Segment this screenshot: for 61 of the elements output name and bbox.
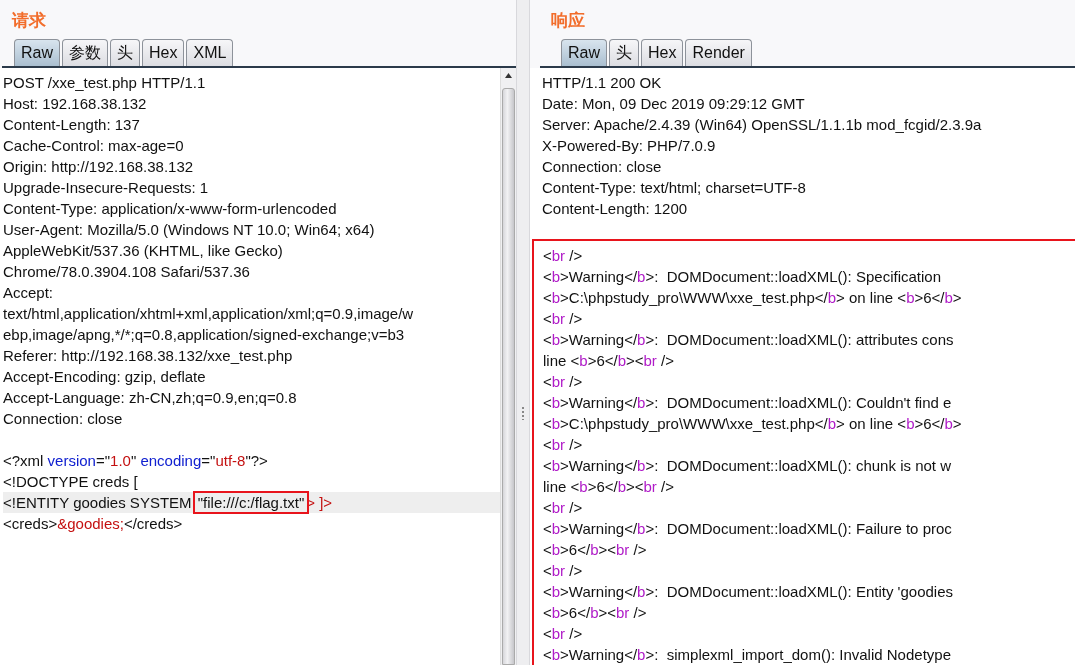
- code-line: <br />: [543, 435, 583, 455]
- code-line: <b>C:\phpstudy_pro\WWW\xxe_test.php</b> on line <b>6</b>: [543, 414, 962, 434]
- code-line: <b>Warning</b>: simplexml_import_dom(): Invalid Nodetype: [543, 645, 951, 665]
- code-line: <b>Warning</b>: DOMDocument::loadXML(): Specification: [543, 267, 941, 287]
- code-line: AppleWebKit/537.36 (KHTML, like Gecko): [3, 241, 283, 261]
- code-line: <br />: [543, 498, 583, 518]
- code-line: Accept:: [3, 283, 54, 303]
- code-line: Cache-Control: max-age=0: [3, 136, 184, 156]
- code-line: <b>Warning</b>: DOMDocument::loadXML(): chunk is not w: [543, 456, 951, 476]
- code-line: Upgrade-Insecure-Requests: 1: [3, 178, 209, 198]
- code-line: <b>Warning</b>: DOMDocument::loadXML(): Failure to proc: [543, 519, 952, 539]
- code-line: line <b>6</b><br />: [543, 477, 674, 497]
- panel-title: 请求: [10, 8, 47, 32]
- code-line: Date: Mon, 09 Dec 2019 09:29:12 GMT: [542, 94, 805, 114]
- code-line: <br />: [543, 561, 583, 581]
- scrollbar[interactable]: [500, 68, 516, 665]
- code-line: Connection: close: [542, 157, 662, 177]
- code-line: <br />: [543, 624, 583, 644]
- code-line: HTTP/1.1 200 OK: [542, 73, 662, 93]
- code-line: <b>6</b><br />: [543, 540, 647, 560]
- code-line: Origin: http://192.168.38.132: [3, 157, 194, 177]
- code-line: Content-Length: 1200: [542, 199, 688, 219]
- code-line: POST /xxe_test.php HTTP/1.1: [3, 73, 206, 93]
- tab[interactable]: 头: [110, 39, 140, 66]
- tab[interactable]: XML: [186, 39, 234, 66]
- code-line: Accept-Language: zh-CN,zh;q=0.9,en;q=0.8: [3, 388, 297, 408]
- code-line: <!DOCTYPE creds [: [3, 472, 138, 492]
- code-line: <br />: [543, 309, 583, 329]
- code-line: text/html,application/xhtml+xml,application/xml;q=0.9,image/w: [3, 304, 414, 324]
- tab[interactable]: Raw: [14, 39, 60, 66]
- code-line: <?xml version="1.0" encoding="utf-8"?>: [3, 451, 268, 471]
- code-line: <b>C:\phpstudy_pro\WWW\xxe_test.php</b> on line <b>6</b>: [543, 288, 962, 308]
- code-line: <br />: [543, 246, 583, 266]
- tab[interactable]: Raw: [561, 39, 607, 66]
- code-line: Server: Apache/2.4.39 (Win64) OpenSSL/1.1.1b mod_fcgid/2.3.9a: [542, 115, 982, 135]
- code-line: <b>Warning</b>: DOMDocument::loadXML(): Couldn't find e: [543, 393, 952, 413]
- tab[interactable]: Hex: [641, 39, 684, 66]
- scrollbar-thumb[interactable]: [502, 88, 515, 665]
- tab[interactable]: 参数: [62, 39, 108, 66]
- code-line: Host: 192.168.38.132: [3, 94, 147, 114]
- code-line: Chrome/78.0.3904.108 Safari/537.36: [3, 262, 250, 282]
- code-line: Connection: close: [3, 409, 123, 429]
- code-line: <b>Warning</b>: DOMDocument::loadXML(): Entity 'goodies: [543, 582, 954, 602]
- code-line: Content-Type: application/x-www-form-urlencoded: [3, 199, 337, 219]
- code-line: User-Agent: Mozilla/5.0 (Windows NT 10.0; Win64; x64): [3, 220, 375, 240]
- code-line: <creds>&goodies;</creds>: [3, 514, 183, 534]
- splitter-handle[interactable]: [516, 0, 530, 665]
- code-line: <br />: [543, 372, 583, 392]
- code-line: line <b>6</b><br />: [543, 351, 674, 371]
- code-line: X-Powered-By: PHP/7.0.9: [542, 136, 716, 156]
- code-line: <b>Warning</b>: DOMDocument::loadXML(): attributes cons: [543, 330, 954, 350]
- code-line: Referer: http://192.168.38.132/xxe_test.php: [3, 346, 293, 366]
- code-line: <b>6</b><br />: [543, 603, 647, 623]
- tab[interactable]: Render: [685, 39, 752, 66]
- code-line: Content-Length: 137: [3, 115, 140, 135]
- tab[interactable]: Hex: [142, 39, 185, 66]
- code-line: Accept-Encoding: gzip, deflate: [3, 367, 206, 387]
- tab[interactable]: 头: [609, 39, 639, 66]
- code-line: Content-Type: text/html; charset=UTF-8: [542, 178, 806, 198]
- panel-title: 响应: [550, 8, 586, 32]
- code-line: ebp,image/apng,*/*;q=0.8,application/signed-exchange;v=b3: [3, 325, 405, 345]
